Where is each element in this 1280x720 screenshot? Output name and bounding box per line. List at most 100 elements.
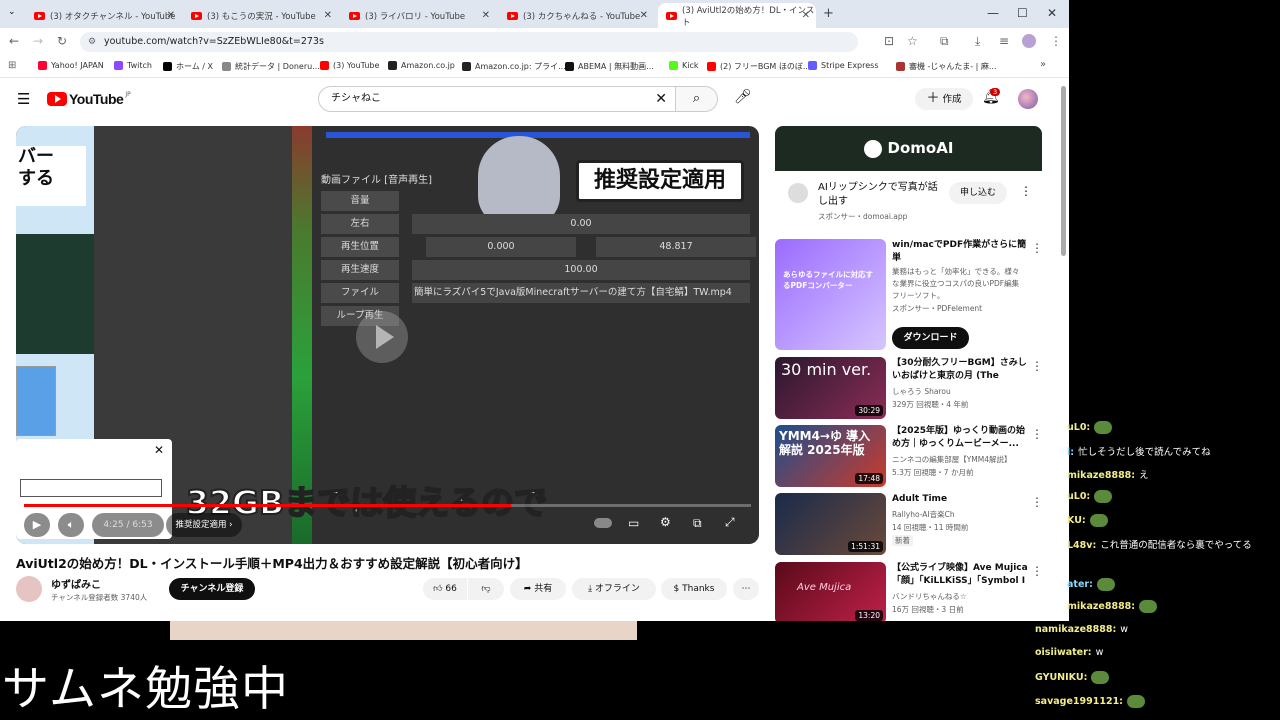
autoplay-toggle[interactable] xyxy=(594,518,612,528)
rec-channel: バンドリちゃんねる☆ xyxy=(892,592,967,601)
bookmark-item[interactable]: ホーム / X xyxy=(163,61,213,72)
fullscreen-icon[interactable]: ⤢ xyxy=(725,515,735,530)
more-icon[interactable]: ⋮ xyxy=(1031,359,1043,373)
tab-raibarori[interactable]: (3) ライバロリ - YouTube ✕ xyxy=(341,3,496,28)
bookmark-favicon-icon xyxy=(38,61,47,70)
more-icon[interactable]: ⋮ xyxy=(1031,495,1043,509)
rec-title: 【公式ライブ映像】Ave Mujica「顔」「KiLLKiSS」「Symbol … xyxy=(892,563,1028,586)
new-tab-icon[interactable]: + xyxy=(823,6,834,21)
close-icon[interactable]: ✕ xyxy=(482,10,490,21)
download-offline-button[interactable]: ⤓ オフライン xyxy=(572,578,656,600)
rec-thumbnail[interactable]: 30 min ver. 30:29 xyxy=(775,357,886,419)
close-icon[interactable]: ✕ xyxy=(324,10,332,21)
youtube-logo[interactable]: YouTube JP xyxy=(47,91,131,107)
subtitles-icon[interactable]: ▭ xyxy=(628,516,639,530)
more-icon[interactable]: ⋮ xyxy=(1031,241,1043,255)
create-button[interactable]: ＋ 作成 xyxy=(915,88,973,110)
settings-gear-icon[interactable]: ⚙ xyxy=(660,515,671,529)
rec-item[interactable]: YMM4→ゆ 導入解説 2025年版 17:48 【2025年版】ゆっくり動画の始… xyxy=(775,425,1045,489)
minimize-icon[interactable]: — xyxy=(987,6,999,20)
tab-label: (3) もこうの実況 - YouTube xyxy=(207,11,316,22)
more-icon[interactable]: ⋮ xyxy=(1031,564,1043,578)
bookmark-item[interactable]: Amazon.co.jp: プライ... xyxy=(462,61,566,72)
apps-icon[interactable]: ⊞ xyxy=(8,60,16,71)
extensions-icon[interactable]: ⧉ xyxy=(940,34,949,49)
center-play-button[interactable] xyxy=(356,311,408,363)
channel-name[interactable]: ゆずぱみこ xyxy=(51,576,101,591)
search-input[interactable]: チシャねこ ✕ xyxy=(318,86,676,112)
site-info-icon[interactable]: ⚙ xyxy=(88,32,96,52)
video-player[interactable]: バー する 動画ファイル [音声再生] 推奨設定適用 音量 左右 0.00 再生位置 0.… xyxy=(16,126,759,544)
bookmark-item[interactable]: Amazon.co.jp xyxy=(388,61,455,70)
voice-search-icon[interactable]: 🎤︎ xyxy=(734,89,752,105)
forward-icon[interactable]: → xyxy=(33,34,43,48)
ad-more-icon[interactable]: ⋮ xyxy=(1020,184,1032,198)
more-icon[interactable]: ⋮ xyxy=(1031,427,1043,441)
rec-thumbnail[interactable]: YMM4→ゆ 導入解説 2025年版 17:48 xyxy=(775,425,886,487)
tab-kaku[interactable]: (3) カクちゃんねる - YouTube ✕ xyxy=(499,3,654,28)
profile-avatar[interactable] xyxy=(1022,34,1036,48)
bookmark-item[interactable]: Twitch xyxy=(114,61,152,70)
reload-icon[interactable]: ↻ xyxy=(57,34,67,48)
emote-icon xyxy=(1089,514,1108,527)
rec-channel: しゃろう Sharou xyxy=(892,387,951,396)
bookmark-item[interactable]: Stripe Express xyxy=(808,61,879,70)
bookmark-item[interactable]: Kick xyxy=(669,61,699,70)
download-icon[interactable]: ⤓ xyxy=(975,34,980,49)
maximize-icon[interactable]: ☐ xyxy=(1017,6,1028,20)
page-scrollbar[interactable] xyxy=(1061,86,1066,256)
bookmark-item[interactable]: (2) フリーBGM ほのぼ... xyxy=(707,61,811,72)
chapter-button[interactable]: 推奨設定適用 › xyxy=(166,513,242,537)
tab-aviutl-active[interactable]: (3) AviUtl2の始め方！DL・インスト ✕ xyxy=(658,3,816,28)
subscribe-button[interactable]: チャンネル登録 xyxy=(169,578,255,600)
back-icon[interactable]: ← xyxy=(9,34,19,48)
window-close-icon[interactable]: ✕ xyxy=(1047,6,1057,20)
tab-search-icon[interactable]: ⌄ xyxy=(8,7,16,17)
ad-apply-button[interactable]: 申し込む xyxy=(949,182,1007,204)
mute-button[interactable]: 🔈︎ xyxy=(58,513,84,537)
tab-otaku[interactable]: (3) オタクチャンネル - YouTube ✕ xyxy=(26,3,181,28)
more-actions-button[interactable]: ⋯ xyxy=(733,578,759,600)
progress-bar[interactable] xyxy=(24,504,751,507)
thanks-button[interactable]: $ Thanks xyxy=(661,578,727,600)
ad-title[interactable]: AIリップシンクで写真が話し出す xyxy=(818,181,940,209)
close-icon[interactable]: ✕ xyxy=(167,10,175,21)
bookmark-star-icon[interactable]: ☆ xyxy=(907,34,918,48)
more-bookmarks-icon[interactable]: » xyxy=(1040,59,1046,70)
rec-thumbnail[interactable]: あらゆるファイルに対応するPDFコンバーター xyxy=(775,239,886,350)
address-bar[interactable]: ⚙ youtube.com/watch?v=SzZEbWLIe80&t=273s xyxy=(80,32,858,52)
stream-caption: サムネ勉強中 xyxy=(2,662,290,717)
ad-banner[interactable]: DomoAI xyxy=(775,126,1042,171)
rec-title: Adult Time xyxy=(892,494,948,504)
play-pause-button[interactable]: ▶ xyxy=(24,513,50,537)
channel-avatar[interactable] xyxy=(16,576,42,602)
rec-thumbnail[interactable]: Ave Mujica 13:20 xyxy=(775,562,886,621)
bookmark-item[interactable]: Yahoo! JAPAN xyxy=(38,61,104,70)
rec-thumbnail[interactable]: 1:51:31 xyxy=(775,493,886,555)
hamburger-menu-icon[interactable]: ☰ xyxy=(17,90,30,108)
dislike-button[interactable]: 👎︎ xyxy=(468,578,504,600)
bookmark-item[interactable]: 統計データ | Doneru... xyxy=(222,61,320,72)
rec-item[interactable]: Ave Mujica 13:20 【公式ライブ映像】Ave Mujica「顔」「K… xyxy=(775,562,1045,621)
like-button[interactable]: 👍︎ 66 xyxy=(423,578,467,600)
clear-search-icon[interactable]: ✕ xyxy=(655,87,667,111)
bookmark-item[interactable]: 審機 -じゃんたま- | 麻... xyxy=(896,61,997,72)
close-icon[interactable]: ✕ xyxy=(640,10,648,21)
chrome-menu-icon[interactable]: ⋮ xyxy=(1050,34,1062,48)
rec-item[interactable]: 30 min ver. 30:29 【30分耐久フリーBGM】さみしいおばけと東京… xyxy=(775,357,1045,421)
rec-channel: Rallyho-AI音楽Ch xyxy=(892,510,955,519)
download-cta-button[interactable]: ダウンロード xyxy=(892,327,969,349)
rec-item[interactable]: あらゆるファイルに対応するPDFコンバーター win/macでPDF作業がさらに… xyxy=(775,239,1045,350)
user-avatar[interactable] xyxy=(1018,89,1038,109)
search-button[interactable]: ⌕ xyxy=(676,86,718,112)
close-icon[interactable]: ✕ xyxy=(802,10,810,21)
bookmark-item[interactable]: ABEMA | 無料動画... xyxy=(565,61,654,72)
media-icon[interactable]: ≡ xyxy=(999,34,1009,48)
install-app-icon[interactable]: ⊡ xyxy=(884,34,894,48)
bookmark-item[interactable]: (3) YouTube xyxy=(320,61,379,70)
share-button[interactable]: ➦ 共有 xyxy=(510,578,566,600)
tab-mokou[interactable]: (3) もこうの実況 - YouTube ✕ xyxy=(183,3,338,28)
setting-value: 100.00 xyxy=(412,260,750,280)
rec-item[interactable]: 1:51:31 Adult Time Rallyho-AI音楽Ch 14 回視聴… xyxy=(775,493,1045,557)
miniplayer-icon[interactable]: ⧉ xyxy=(693,516,702,531)
